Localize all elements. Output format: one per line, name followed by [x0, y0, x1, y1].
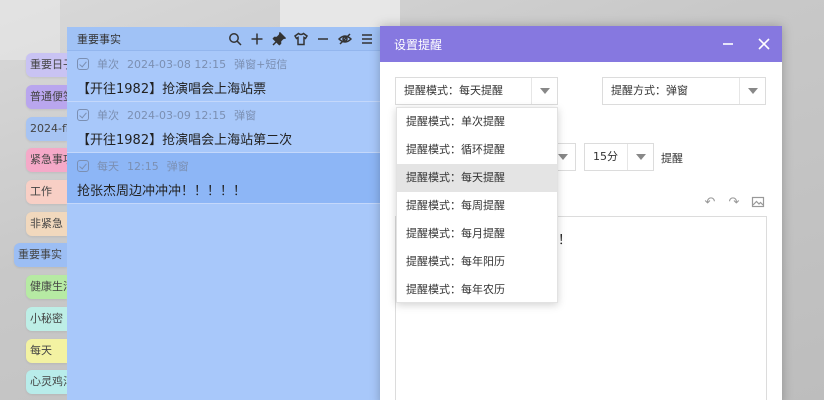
advance-select[interactable]: 15分 — [584, 143, 654, 171]
menu-icon[interactable] — [357, 29, 376, 48]
checkbox-icon[interactable] — [77, 58, 89, 70]
note-meta: 每天 12:15 弹窗 — [77, 157, 370, 175]
note-mode: 弹窗+短信 — [234, 58, 288, 71]
close-button[interactable] — [746, 26, 782, 62]
advance-select-value: 15分 — [593, 150, 618, 163]
note-mode: 弹窗 — [234, 109, 257, 122]
dropdown-option[interactable]: 提醒模式：每年阳历 — [397, 248, 557, 276]
tag-item[interactable]: 工作 — [26, 180, 67, 204]
method-select-value: 提醒方式：弹窗 — [611, 84, 688, 97]
tag-item[interactable]: 紧急事项 — [26, 148, 67, 172]
tag-item[interactable]: 非紧急 — [26, 212, 67, 236]
dropdown-option[interactable]: 提醒模式：每周提醒 — [397, 192, 557, 220]
note-date: 2024-03-09 12:15 — [127, 108, 227, 122]
tag-item[interactable]: 小秘密 — [26, 307, 67, 331]
chevron-down-icon — [531, 78, 557, 104]
note-text: 抢张杰周边冲冲冲！！！！！ — [77, 184, 247, 199]
notes-header: 重要事实 — [67, 27, 380, 51]
note-mode: 弹窗 — [166, 160, 189, 173]
eye-off-icon[interactable] — [335, 29, 354, 48]
method-select[interactable]: 提醒方式：弹窗 — [602, 77, 766, 105]
editor-toolbar: ↶ ↷ — [702, 194, 766, 210]
redo-icon[interactable]: ↷ — [726, 194, 742, 210]
notes-toolbar — [225, 29, 380, 48]
chevron-down-icon — [627, 144, 653, 170]
tag-item[interactable]: 重要事实 — [14, 243, 67, 267]
note-meta: 单次 2024-03-08 12:15 弹窗+短信 — [77, 55, 370, 73]
image-icon[interactable] — [750, 194, 766, 210]
note-item[interactable]: 单次 2024-03-09 12:15 弹窗 【开往1982】抢演唱会上海站第二… — [67, 102, 380, 153]
notes-panel: 重要事实 单次 2024-03-08 12:15 弹窗+短信 【开往1982】抢… — [67, 27, 381, 400]
minimize-icon[interactable] — [313, 29, 332, 48]
minimize-icon — [723, 43, 733, 45]
pin-icon[interactable] — [269, 29, 288, 48]
mode-dropdown-list: 提醒模式：单次提醒 提醒模式：循环提醒 提醒模式：每天提醒 提醒模式：每周提醒 … — [396, 107, 558, 303]
undo-icon[interactable]: ↶ — [702, 194, 718, 210]
dropdown-option[interactable]: 提醒模式：单次提醒 — [397, 108, 557, 136]
note-text: 【开往1982】抢演唱会上海站票 — [77, 82, 267, 97]
editor-text: ！ — [558, 233, 572, 248]
note-frequency: 单次 — [97, 58, 119, 71]
tag-item[interactable]: 每天 — [26, 339, 67, 363]
notes-title: 重要事实 — [77, 32, 121, 46]
plus-icon[interactable] — [247, 29, 266, 48]
note-date: 2024-03-08 12:15 — [127, 57, 227, 71]
desktop-backdrop — [0, 0, 60, 60]
tag-item[interactable]: 普通便签 — [26, 85, 67, 109]
tag-item[interactable]: 心灵鸡汤 — [26, 370, 67, 394]
chevron-down-icon — [739, 78, 765, 104]
dropdown-option[interactable]: 提醒模式：每年农历 — [397, 276, 557, 304]
note-meta: 单次 2024-03-09 12:15 弹窗 — [77, 106, 370, 124]
minimize-button[interactable] — [710, 26, 746, 62]
tag-item[interactable]: 2024-fl — [26, 117, 67, 141]
search-icon[interactable] — [225, 29, 244, 48]
checkbox-icon[interactable] — [77, 109, 89, 121]
note-frequency: 单次 — [97, 109, 119, 122]
mode-select[interactable]: 提醒模式：每天提醒 — [395, 77, 558, 105]
shirt-icon[interactable] — [291, 29, 310, 48]
note-frequency: 每天 — [97, 160, 119, 173]
mode-select-value: 提醒模式：每天提醒 — [404, 84, 503, 97]
dialog-title: 设置提醒 — [394, 37, 443, 52]
dropdown-option[interactable]: 提醒模式：循环提醒 — [397, 136, 557, 164]
tag-item[interactable]: 健康生活 — [26, 275, 67, 299]
note-text: 【开往1982】抢演唱会上海站第二次 — [77, 133, 293, 148]
dropdown-option[interactable]: 提醒模式：每月提醒 — [397, 220, 557, 248]
dialog-header: 设置提醒 — [380, 26, 782, 62]
dropdown-option-selected[interactable]: 提醒模式：每天提醒 — [397, 164, 557, 192]
close-icon — [758, 38, 770, 50]
note-item[interactable]: 单次 2024-03-08 12:15 弹窗+短信 【开往1982】抢演唱会上海… — [67, 51, 380, 102]
note-date: 12:15 — [127, 159, 159, 173]
note-item[interactable]: 每天 12:15 弹窗 抢张杰周边冲冲冲！！！！！ — [67, 153, 380, 204]
checkbox-icon[interactable] — [77, 160, 89, 172]
tag-item[interactable]: 重要日子 — [26, 53, 67, 77]
remind-label: 提醒 — [661, 152, 683, 165]
